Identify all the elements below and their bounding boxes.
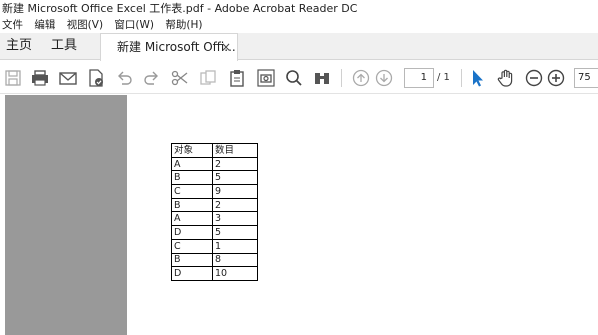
table-cell: A [171,156,213,172]
search-icon[interactable] [284,68,304,88]
tab-document[interactable]: 新建 Microsoft Offi... × [100,33,238,61]
table-cell: 2 [212,197,258,213]
table-cell: A [171,211,213,227]
table-cell: C [171,238,213,254]
table-cell: B [171,197,213,213]
file-check-icon[interactable] [86,68,106,88]
table-cell: D [171,225,213,240]
menu-file[interactable]: 文件 [2,17,23,33]
table-row: B2 [171,197,258,213]
toolbar-separator [341,69,342,87]
copy-icon[interactable] [198,68,218,88]
document-page[interactable]: 对象 数目 A2 B5 C9 B2 A3 D5 C1 B8 D 10 [127,95,598,335]
menu-edit[interactable]: 编辑 [34,17,55,33]
close-tab-icon[interactable]: × [221,34,231,60]
table-header-row: 对象 数目 [171,143,258,158]
table-cell: D [171,266,213,281]
table-row: D 10 [171,266,258,281]
table-cell: C [171,184,213,199]
undo-icon[interactable] [114,68,134,88]
table-row: C1 [171,238,258,254]
mail-icon[interactable] [58,68,78,88]
window-title: 新建 Microsoft Office Excel 工作表.pdf - Adob… [0,0,598,18]
table-cell: 1 [212,238,258,254]
toolbar-separator [461,69,462,87]
table-header: 对象 [171,143,213,158]
menu-window[interactable]: 窗口(W) [114,17,154,33]
table-cell: 2 [212,156,258,172]
table-cell: 3 [212,211,258,227]
table-row: B5 [171,170,258,186]
table-row: B8 [171,252,258,268]
save-icon[interactable] [3,68,23,88]
data-table: 对象 数目 A2 B5 C9 B2 A3 D5 C1 B8 D 10 [171,143,258,281]
table-cell: B [171,170,213,186]
table-row: D5 [171,225,258,240]
table-cell: 8 [212,252,258,268]
menu-bar: 文件 编辑 视图(V) 窗口(W) 帮助(H) [0,17,598,33]
page-up-icon[interactable] [351,68,371,88]
table-cell: 5 [212,225,258,240]
left-panel[interactable] [5,95,127,335]
select-cursor-icon[interactable] [467,68,487,88]
workspace: 对象 数目 A2 B5 C9 B2 A3 D5 C1 B8 D 10 [0,95,598,335]
tab-bar: 主页 工具 新建 Microsoft Offi... × [0,33,598,61]
zoom-out-icon[interactable] [524,68,544,88]
table-row: C9 [171,184,258,199]
page-number-input[interactable]: 1 [404,68,434,88]
menu-view[interactable]: 视图(V) [67,17,103,33]
zoom-level-input[interactable]: 75 [574,68,598,88]
scissors-icon[interactable] [170,68,190,88]
tab-home[interactable]: 主页 [6,33,32,60]
table-cell: B [171,252,213,268]
redo-icon[interactable] [142,68,162,88]
binoculars-icon[interactable] [312,68,332,88]
table-cell: 5 [212,170,258,186]
table-cell: 9 [212,184,258,199]
toolbar: 1 / 1 75 [0,61,598,94]
table-cell: 10 [212,266,258,281]
menu-help[interactable]: 帮助(H) [165,17,202,33]
print-icon[interactable] [30,68,50,88]
hand-tool-icon[interactable] [496,68,516,88]
camera-icon[interactable] [256,68,276,88]
zoom-in-icon[interactable] [546,68,566,88]
page-down-icon[interactable] [374,68,394,88]
tab-tools[interactable]: 工具 [51,33,77,60]
tab-document-label: 新建 Microsoft Offi... [117,40,236,54]
table-row: A3 [171,211,258,227]
clipboard-icon[interactable] [227,68,247,88]
table-row: A2 [171,156,258,172]
page-total: / 1 [437,72,450,83]
table-header: 数目 [212,143,258,158]
